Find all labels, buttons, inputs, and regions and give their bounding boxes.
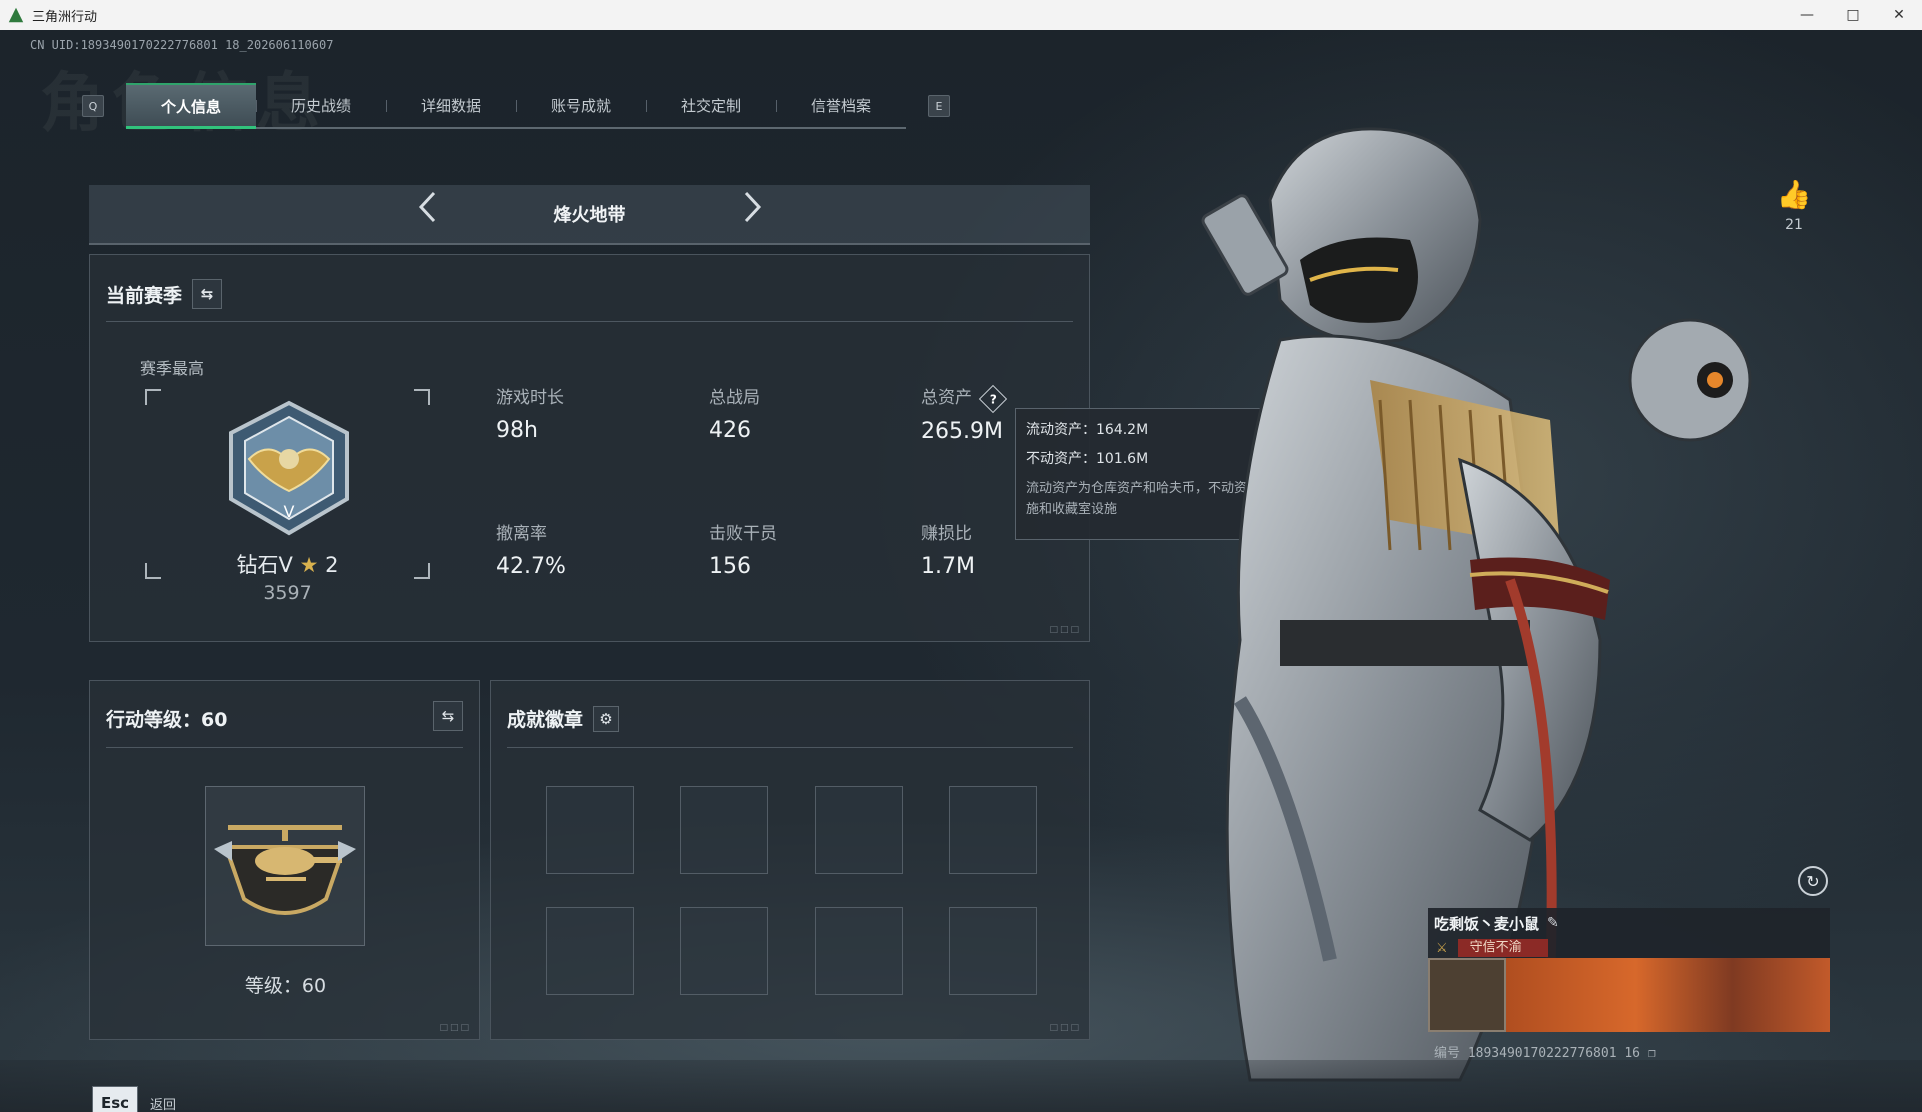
achievement-divider [507, 747, 1073, 748]
refresh-icon: ↻ [1806, 871, 1820, 891]
helicopter-emblem-icon [214, 825, 356, 915]
tab-social-customization[interactable]: 社交定制 [646, 83, 776, 127]
back-label: 返回 [150, 1097, 177, 1112]
rank-name: 钻石V ★ 2 [236, 553, 339, 577]
tab-match-history[interactable]: 历史战绩 [256, 83, 386, 127]
achievement-panel-header: 成就徽章 ⚙ [507, 705, 620, 732]
back-control[interactable]: Esc 返回 [92, 1086, 176, 1112]
app-icon [8, 7, 24, 23]
level-text: 等级：60 [244, 975, 327, 997]
refresh-button[interactable]: ↻ [1798, 866, 1828, 896]
badge-slot[interactable] [680, 786, 768, 874]
badge-slot[interactable] [546, 786, 634, 874]
tab-personal-info[interactable]: 个人信息 [126, 83, 256, 129]
swap-icon: ⇆ [441, 707, 455, 725]
title-emblem-icon: ⚔ [1436, 940, 1448, 956]
stat-total-matches: 总战局 426 [709, 388, 760, 443]
tab-credit-record[interactable]: 信誉档案 [776, 83, 906, 127]
rank-score: 3597 [263, 582, 312, 604]
stat-total-assets: 总资产 ? 265.9M [921, 383, 1008, 444]
player-title: 守信不渝 [1457, 939, 1548, 957]
stat-operators-defeated: 击败干员 156 [709, 524, 777, 579]
like-widget[interactable]: 👍 21 [1776, 178, 1812, 233]
stat-extraction-rate: 撤离率 42.7% [496, 524, 566, 579]
maximize-button[interactable]: □ [1830, 0, 1876, 30]
window-titlebar: 三角洲行动 — □ ✕ [0, 0, 1922, 30]
bottom-bar [0, 1060, 1922, 1112]
thumbs-up-icon[interactable]: 👍 [1776, 178, 1812, 211]
tab-next-key-hint[interactable]: E [928, 95, 950, 117]
panel-corner-dots: □□□ [1049, 625, 1081, 635]
stat-play-time: 游戏时长 98h [496, 388, 564, 443]
badge-slot[interactable] [546, 907, 634, 995]
uid-line: CN UID:1893490170222776801 18_2026061106… [30, 38, 334, 52]
esc-key-hint[interactable]: Esc [92, 1086, 138, 1112]
badge-slot[interactable] [949, 786, 1037, 874]
badge-slot[interactable] [815, 786, 903, 874]
tab-detailed-data[interactable]: 详细数据 [386, 83, 516, 127]
player-name-card[interactable]: 吃剩饭丶麦小鼠 ✎ ⚔ 守信不渝 [1428, 908, 1830, 1038]
player-title-row: ⚔ 守信不渝 [1428, 938, 1830, 958]
player-name-row: 吃剩饭丶麦小鼠 ✎ [1428, 908, 1830, 938]
achievement-settings-button[interactable]: ⚙ [593, 705, 620, 732]
avatar[interactable] [1428, 958, 1506, 1032]
edit-icon[interactable]: ✎ [1547, 915, 1559, 931]
tab-prev-key-hint[interactable]: Q [82, 95, 104, 117]
game-view: 角色信息 CN UID:1893490170222776801 18_20260… [0, 30, 1922, 1112]
player-id: 编号 1893490170222776801 16 ❐ [1434, 1046, 1656, 1061]
season-swap-button[interactable]: ⇆ [192, 279, 223, 309]
level-swap-button[interactable]: ⇆ [433, 701, 463, 731]
level-emblem-frame [205, 786, 365, 946]
mode-selector: 烽火地带 [89, 185, 1090, 245]
rank-badge-frame: V 钻石V ★ 2 3597 [145, 389, 430, 604]
swap-icon: ⇆ [200, 285, 214, 303]
svg-text:V: V [284, 502, 295, 521]
badge-slot[interactable] [815, 907, 903, 995]
copy-icon[interactable]: ❐ [1648, 1046, 1656, 1061]
season-panel: 当前赛季 ⇆ 赛季最高 V 钻石V ★ 2 3597 游戏时长 98h 总战局 … [89, 254, 1090, 642]
chevron-left-icon [418, 191, 435, 223]
badge-slot[interactable] [680, 907, 768, 995]
season-panel-header: 当前赛季 ⇆ [106, 279, 223, 309]
window-title: 三角洲行动 [32, 9, 98, 25]
like-count: 21 [1785, 217, 1803, 233]
mode-next-button[interactable] [722, 184, 782, 244]
tab-account-achievements[interactable]: 账号成就 [516, 83, 646, 127]
action-level-title: 行动等级：60 [106, 709, 228, 731]
star-icon: ★ [299, 553, 319, 577]
gear-icon: ⚙ [599, 709, 613, 728]
minimize-button[interactable]: — [1784, 0, 1830, 30]
season-divider [106, 321, 1073, 322]
chevron-right-icon [744, 191, 761, 223]
mode-prev-button[interactable] [398, 184, 458, 244]
player-name: 吃剩饭丶麦小鼠 [1434, 914, 1540, 933]
mode-name: 烽火地带 [553, 205, 626, 226]
tab-list: 个人信息 历史战绩 详细数据 账号成就 社交定制 信誉档案 [126, 83, 906, 129]
close-button[interactable]: ✕ [1876, 0, 1922, 30]
achievement-title: 成就徽章 [507, 709, 584, 731]
achievement-badges-panel: 成就徽章 ⚙ □□□ [490, 680, 1090, 1040]
help-icon[interactable]: ? [979, 384, 1008, 414]
season-best-label: 赛季最高 [140, 359, 205, 378]
level-divider [106, 747, 463, 748]
badge-slot[interactable] [949, 907, 1037, 995]
tab-bar: Q 个人信息 历史战绩 详细数据 账号成就 社交定制 信誉档案 E [82, 83, 950, 129]
stat-profit-loss-ratio: 赚损比 1.7M [921, 524, 975, 579]
action-level-panel: 行动等级：60 ⇆ 等级：60 □□□ [89, 680, 480, 1040]
season-title: 当前赛季 [106, 284, 183, 307]
banner-image [1506, 958, 1830, 1032]
rank-emblem-icon: V [229, 400, 349, 536]
player-banner [1428, 958, 1830, 1032]
